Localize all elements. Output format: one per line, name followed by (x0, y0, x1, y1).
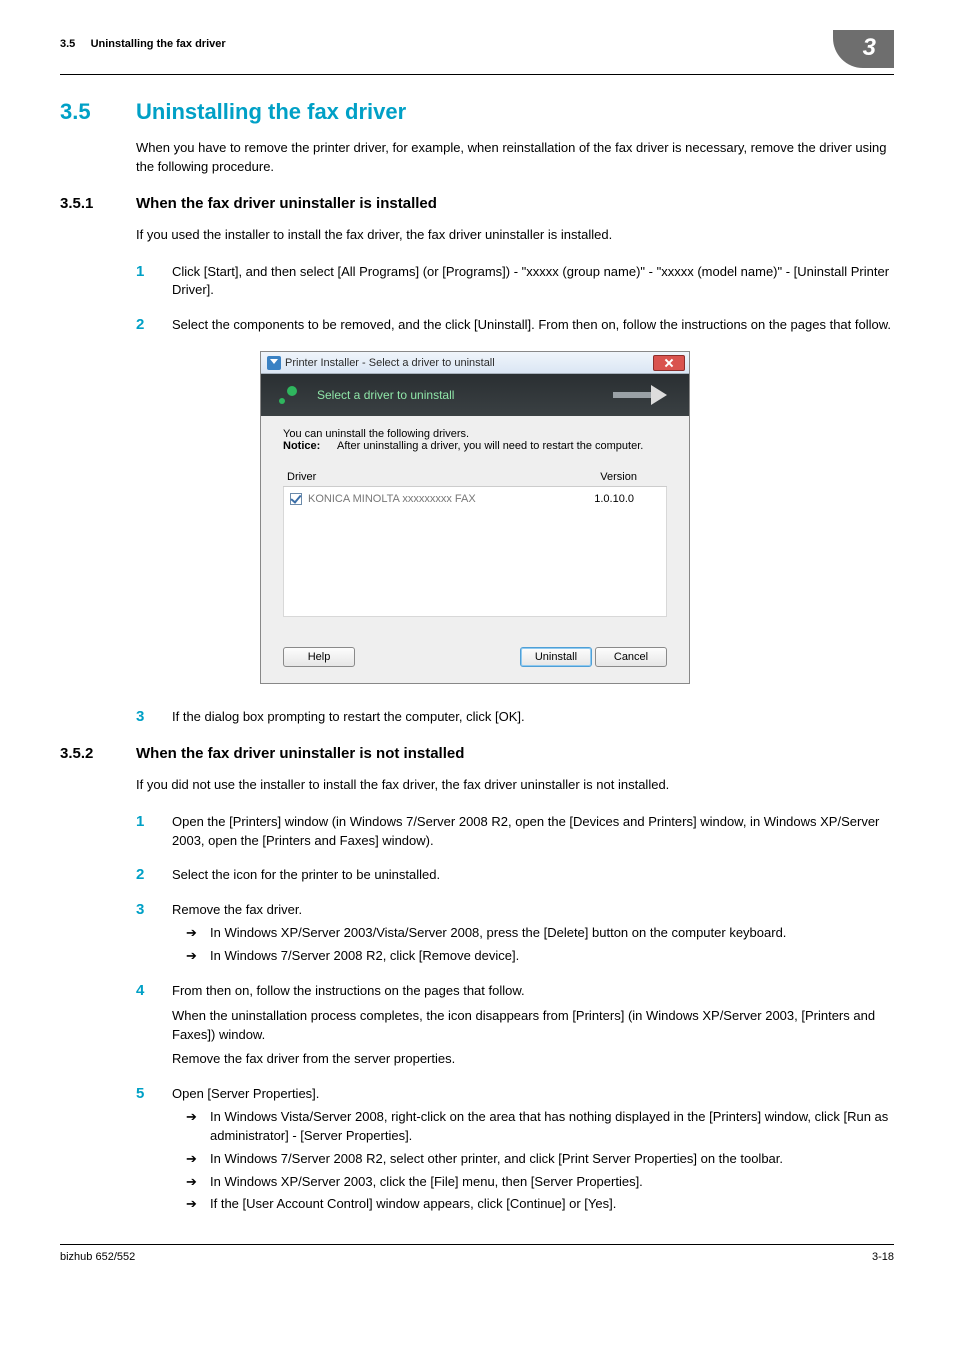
section-h1: 3.5 Uninstalling the fax driver (60, 99, 894, 125)
step-row: 2 Select the icon for the printer to be … (136, 866, 894, 885)
running-header: 3.5 Uninstalling the fax driver 3 (60, 30, 894, 68)
step-number: 1 (136, 263, 152, 301)
notice-line2: After uninstalling a driver, you will ne… (337, 440, 643, 452)
step-number: 3 (136, 708, 152, 727)
running-header-left: 3.5 Uninstalling the fax driver (60, 30, 226, 50)
notice-line1: You can uninstall the following drivers. (283, 428, 667, 440)
step-row: 3 Remove the fax driver. ➔ In Windows XP… (136, 901, 894, 966)
dialog-body: You can uninstall the following drivers.… (261, 416, 689, 683)
step-number: 3 (136, 901, 152, 966)
arrow-icon: ➔ (186, 924, 200, 943)
installer-icon (267, 356, 281, 370)
dialog-button-row: Help Uninstall Cancel (283, 647, 667, 667)
step-row: 4 From then on, follow the instructions … (136, 982, 894, 1069)
step-row: 5 Open [Server Properties]. ➔ In Windows… (136, 1085, 894, 1214)
step-text: Select the components to be removed, and… (172, 316, 894, 335)
arrow-icon: ➔ (186, 1195, 200, 1214)
section-351-title: When the fax driver uninstaller is insta… (136, 195, 437, 212)
step-number: 5 (136, 1085, 152, 1214)
sub-item: ➔ In Windows 7/Server 2008 R2, select ot… (186, 1150, 894, 1169)
section-351-lead: If you used the installer to install the… (136, 226, 894, 245)
driver-list-row[interactable]: KONICA MINOLTA xxxxxxxxx FAX 1.0.10.0 (290, 493, 660, 505)
header-running-title: Uninstalling the fax driver (91, 38, 226, 50)
sub-item: ➔ If the [User Account Control] window a… (186, 1195, 894, 1214)
section-352-lead: If you did not use the installer to inst… (136, 776, 894, 795)
section-352: 3.5.2 When the fax driver uninstaller is… (60, 745, 894, 762)
step-row: 1 Open the [Printers] window (in Windows… (136, 813, 894, 851)
uninstall-dialog: Printer Installer - Select a driver to u… (260, 351, 690, 684)
step4-main: From then on, follow the instructions on… (172, 983, 525, 998)
sub-text: If the [User Account Control] window app… (210, 1195, 616, 1214)
driver-list-header: Driver Version (283, 468, 667, 487)
dialog-banner-text: Select a driver to uninstall (317, 388, 454, 402)
col-driver: Driver (287, 471, 316, 483)
notice-label: Notice: (283, 440, 325, 452)
step-number: 1 (136, 813, 152, 851)
step4-note1: When the uninstallation process complete… (172, 1007, 894, 1045)
sub-text: In Windows XP/Server 2003, click the [Fi… (210, 1173, 643, 1192)
cancel-button[interactable]: Cancel (595, 647, 667, 667)
step-number: 2 (136, 866, 152, 885)
sub-text: In Windows 7/Server 2008 R2, select othe… (210, 1150, 783, 1169)
sub-item: ➔ In Windows XP/Server 2003/Vista/Server… (186, 924, 894, 943)
step-number: 2 (136, 316, 152, 335)
driver-name: KONICA MINOLTA xxxxxxxxx FAX (308, 493, 476, 505)
section-h1-number: 3.5 (60, 99, 108, 125)
footer-right: 3-18 (872, 1251, 894, 1263)
sub-text: In Windows 7/Server 2008 R2, click [Remo… (210, 947, 519, 966)
section-351-number: 3.5.1 (60, 195, 108, 212)
step-number: 4 (136, 982, 152, 1069)
step-row: 1 Click [Start], and then select [All Pr… (136, 263, 894, 301)
step-text: Open the [Printers] window (in Windows 7… (172, 813, 894, 851)
banner-dots-icon (279, 386, 303, 404)
sub-item: ➔ In Windows 7/Server 2008 R2, click [Re… (186, 947, 894, 966)
header-section-ref: 3.5 (60, 38, 75, 50)
chapter-badge: 3 (833, 30, 894, 68)
sub-text: In Windows XP/Server 2003/Vista/Server 2… (210, 924, 786, 943)
section-352-number: 3.5.2 (60, 745, 108, 762)
step-row: 2 Select the components to be removed, a… (136, 316, 894, 335)
sub-text: In Windows Vista/Server 2008, right-clic… (210, 1108, 894, 1146)
step-text: Open [Server Properties]. ➔ In Windows V… (172, 1085, 894, 1214)
dialog-titlebar: Printer Installer - Select a driver to u… (261, 352, 689, 374)
dialog-banner: Select a driver to uninstall (261, 374, 689, 416)
sub-item: ➔ In Windows XP/Server 2003, click the [… (186, 1173, 894, 1192)
col-version: Version (600, 471, 637, 483)
dialog-title: Printer Installer - Select a driver to u… (285, 357, 495, 369)
step-row: 3 If the dialog box prompting to restart… (136, 708, 894, 727)
dialog-notice: You can uninstall the following drivers.… (283, 428, 667, 452)
section-h1-title: Uninstalling the fax driver (136, 99, 406, 125)
help-button[interactable]: Help (283, 647, 355, 667)
header-rule (60, 74, 894, 75)
step-text: Select the icon for the printer to be un… (172, 866, 894, 885)
arrow-icon: ➔ (186, 1108, 200, 1146)
step-text: Click [Start], and then select [All Prog… (172, 263, 894, 301)
section-351: 3.5.1 When the fax driver uninstaller is… (60, 195, 894, 212)
page-footer: bizhub 652/552 3-18 (60, 1244, 894, 1263)
arrow-right-icon (613, 387, 673, 403)
arrow-icon: ➔ (186, 1173, 200, 1192)
sub-item: ➔ In Windows Vista/Server 2008, right-cl… (186, 1108, 894, 1146)
checkbox-icon[interactable] (290, 493, 302, 505)
step-text: If the dialog box prompting to restart t… (172, 708, 894, 727)
intro-paragraph: When you have to remove the printer driv… (136, 139, 894, 177)
uninstall-button[interactable]: Uninstall (520, 647, 592, 667)
driver-list[interactable]: KONICA MINOLTA xxxxxxxxx FAX 1.0.10.0 (283, 487, 667, 617)
step4-note2: Remove the fax driver from the server pr… (172, 1050, 894, 1069)
step3-main: Remove the fax driver. (172, 902, 302, 917)
arrow-icon: ➔ (186, 947, 200, 966)
driver-version: 1.0.10.0 (594, 493, 634, 505)
arrow-icon: ➔ (186, 1150, 200, 1169)
section-352-title: When the fax driver uninstaller is not i… (136, 745, 464, 762)
footer-left: bizhub 652/552 (60, 1251, 135, 1263)
step5-main: Open [Server Properties]. (172, 1086, 319, 1101)
close-icon[interactable] (653, 355, 685, 371)
step-text: Remove the fax driver. ➔ In Windows XP/S… (172, 901, 894, 966)
step-text: From then on, follow the instructions on… (172, 982, 894, 1069)
